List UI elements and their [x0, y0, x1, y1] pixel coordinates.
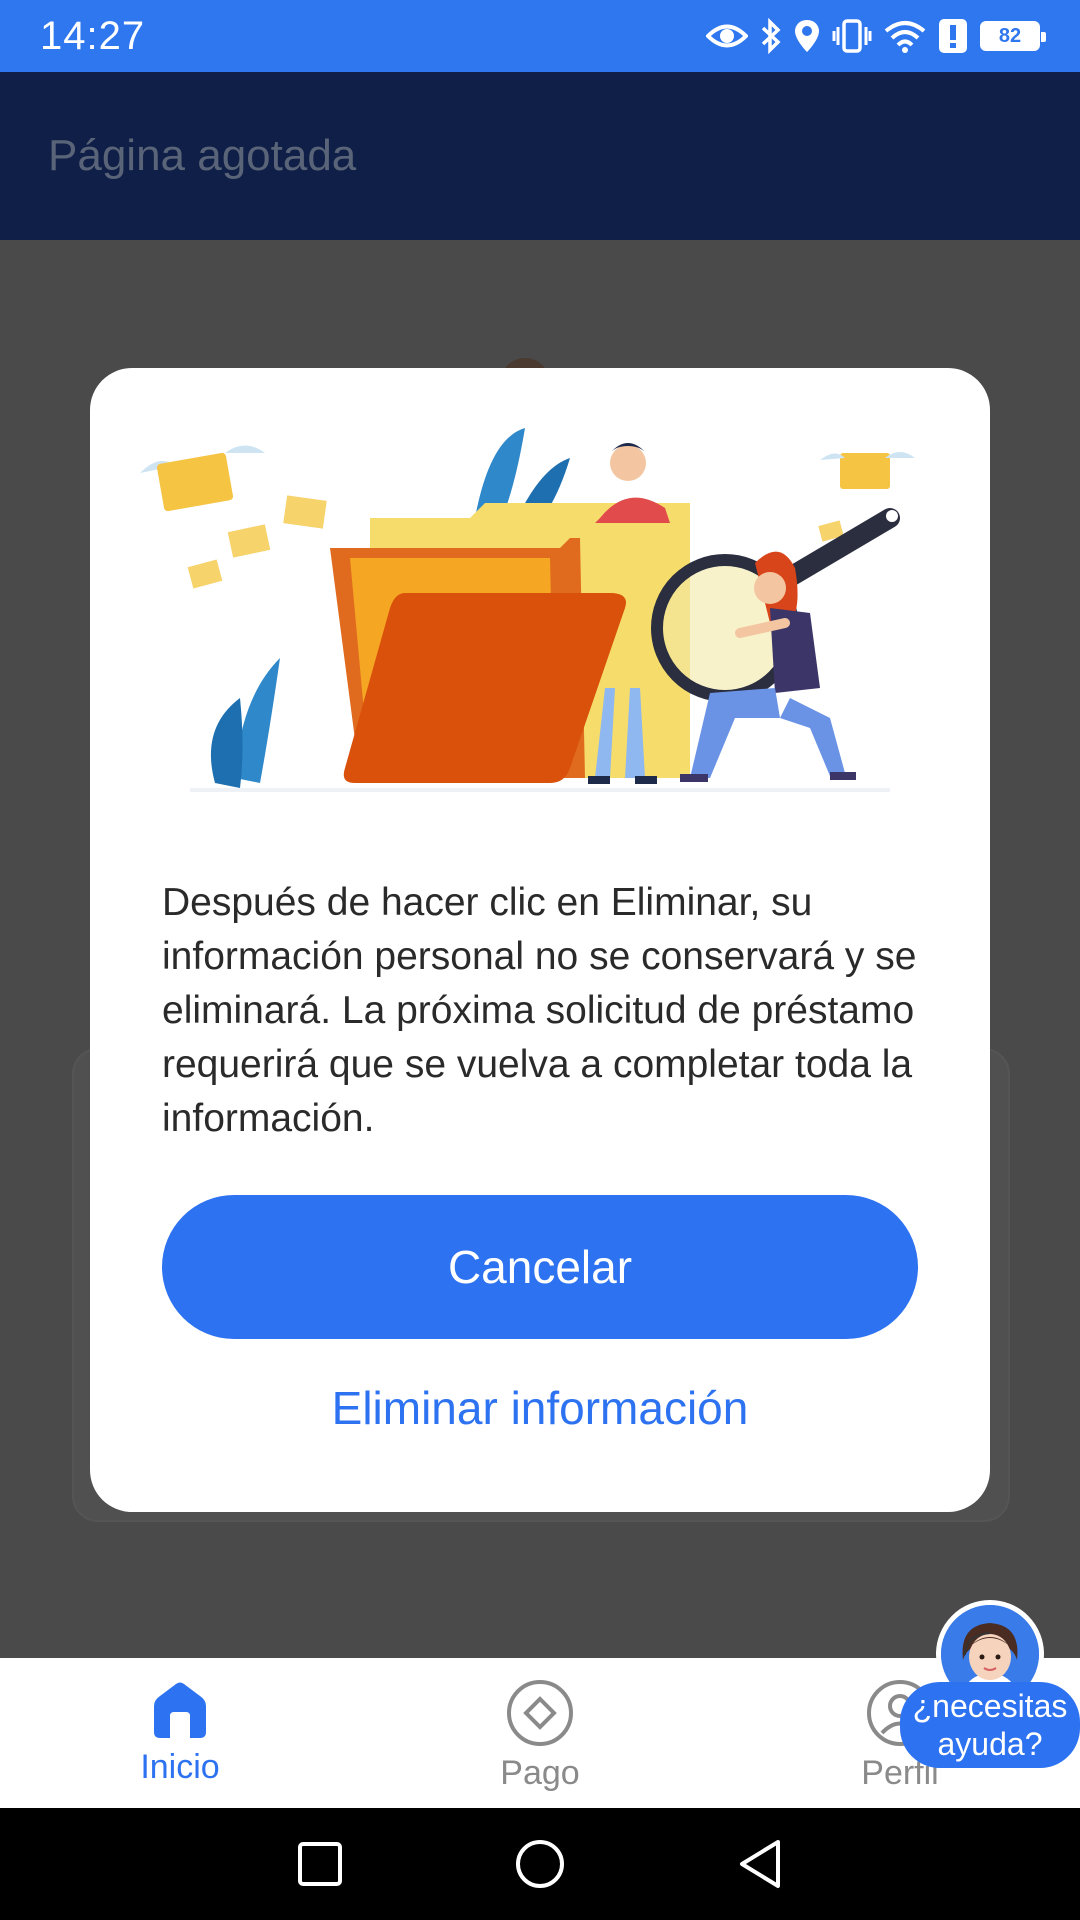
flying-folder-right — [820, 452, 915, 489]
home-circle-icon[interactable] — [514, 1838, 566, 1890]
help-button[interactable]: ¿necesitas ayuda? — [900, 1682, 1080, 1768]
location-icon — [795, 20, 819, 52]
dialog-message: Después de hacer clic en Eliminar, su in… — [162, 881, 917, 1140]
home-icon — [154, 1682, 206, 1738]
nav-label-inicio: Inicio — [140, 1748, 220, 1786]
eye-icon — [706, 24, 748, 48]
nav-label-pago: Pago — [500, 1754, 580, 1792]
wifi-icon — [884, 21, 926, 53]
app-bar: Página agotada — [0, 72, 1080, 240]
back-icon[interactable] — [736, 1838, 784, 1890]
diamond-icon — [507, 1680, 573, 1746]
bluetooth-icon — [761, 18, 781, 54]
cancel-button[interactable]: Cancelar — [162, 1195, 918, 1339]
status-time: 14:27 — [40, 13, 146, 58]
delete-confirm-dialog: Después de hacer clic en Eliminar, su in… — [90, 368, 990, 1512]
status-bar: 14:27 82 — [0, 0, 1080, 72]
delete-information-button[interactable]: Eliminar información — [162, 1368, 918, 1448]
nav-item-pago[interactable]: Pago — [360, 1658, 720, 1808]
page-title: Página agotada — [48, 131, 357, 180]
battery-icon: 82 — [980, 21, 1046, 51]
alert-icon — [939, 19, 967, 53]
status-icons: 82 — [706, 18, 1046, 54]
nav-item-inicio[interactable]: Inicio — [0, 1658, 360, 1808]
flying-folder-left — [140, 445, 265, 512]
folder-search-illustration — [140, 428, 915, 792]
recent-apps-icon[interactable] — [296, 1840, 344, 1888]
system-navigation-bar — [0, 1808, 1080, 1920]
battery-level: 82 — [983, 24, 1037, 48]
vibrate-icon — [832, 19, 872, 53]
